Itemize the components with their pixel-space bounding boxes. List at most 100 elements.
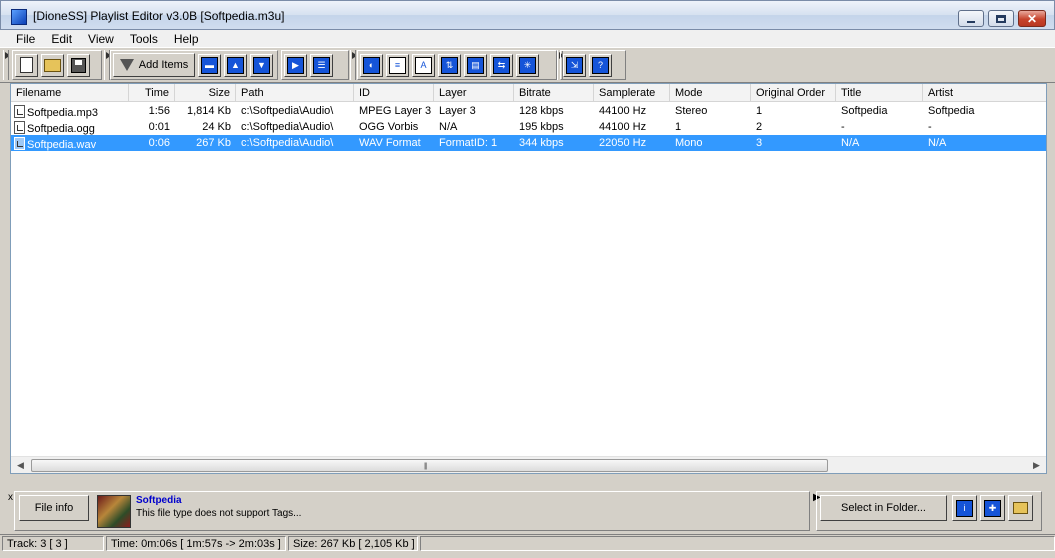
menu-view[interactable]: View	[80, 32, 122, 46]
play-icon: ▶	[287, 56, 304, 74]
items-toolbar-group: Add Items ▬ ▲ ▼	[110, 50, 278, 80]
toolbar-grip[interactable]	[3, 50, 9, 80]
split-icon: ⇆	[493, 56, 510, 74]
tool-button-7[interactable]: ✳	[516, 53, 539, 77]
open-folder-button[interactable]	[1008, 495, 1033, 521]
save-button[interactable]	[67, 53, 90, 77]
info-button[interactable]: i	[952, 495, 977, 521]
move-up-button[interactable]: ▲	[224, 53, 247, 77]
filename-cell: Softpedia.mp3	[11, 103, 129, 119]
column-header-layer[interactable]: Layer	[434, 84, 514, 102]
info-title: Softpedia	[136, 495, 182, 506]
column-header-original-order[interactable]: Original Order	[751, 84, 836, 102]
info-icon: i	[956, 499, 973, 517]
size-cell: 1,814 Kb	[186, 105, 231, 117]
tool-button-4[interactable]: ⇅	[438, 53, 461, 77]
column-header-size[interactable]: Size	[175, 84, 236, 102]
samplerate-cell: 44100 Hz	[599, 121, 647, 133]
size-cell: 24 Kb	[202, 121, 231, 133]
path-cell: c:\Softpedia\Audio\	[241, 121, 334, 133]
export-toolbar-group: ⇲ ?	[560, 50, 626, 80]
play-button[interactable]: ▶	[284, 53, 307, 77]
file-info-button[interactable]: File info	[19, 495, 89, 521]
column-header-filename[interactable]: Filename	[11, 84, 129, 102]
menu-bar: File Edit View Tools Help	[0, 30, 1055, 47]
scrollbar-thumb[interactable]: |||	[31, 459, 828, 472]
path-cell: c:\Softpedia\Audio\	[241, 105, 334, 117]
status-empty	[420, 536, 1055, 551]
window-title: [DioneSS] Playlist Editor v3.0B [Softped…	[33, 9, 285, 23]
open-button[interactable]	[41, 53, 64, 77]
playlist-button[interactable]: ☰	[310, 53, 333, 77]
table-row[interactable]: Softpedia.ogg 0:01 24 Kb c:\Softpedia\Au…	[11, 119, 1046, 135]
scroll-left-arrow-icon[interactable]: ◀	[13, 460, 28, 471]
bitrate-cell: 195 kbps	[519, 121, 564, 133]
table-row-selected[interactable]: Softpedia.wav 0:06 267 Kb c:\Softpedia\A…	[11, 135, 1046, 151]
export-icon: ⇲	[566, 56, 583, 74]
options-button[interactable]: ?	[589, 53, 612, 77]
select-in-folder-button[interactable]: Select in Folder...	[820, 495, 947, 521]
tool-button-1[interactable]: ◐	[360, 53, 383, 77]
minimize-button[interactable]	[958, 10, 984, 27]
filename-text: Softpedia.wav	[27, 139, 97, 151]
new-button[interactable]	[15, 53, 38, 77]
menu-help[interactable]: Help	[166, 32, 207, 46]
filename-cell: Softpedia.ogg	[11, 119, 129, 135]
panel-close-icon[interactable]: x	[8, 492, 13, 503]
toolbar: Add Items ▬ ▲ ▼ ▶ ☰ ◐ ≡ A ⇅ ▤ ⇆ ✳ ⇲ ?	[0, 47, 1055, 83]
audio-file-icon	[14, 105, 25, 118]
column-header-mode[interactable]: Mode	[670, 84, 751, 102]
tool-button-5[interactable]: ▤	[464, 53, 487, 77]
tool-button-3[interactable]: A	[412, 53, 435, 77]
table-row[interactable]: Softpedia.mp3 1:56 1,814 Kb c:\Softpedia…	[11, 103, 1046, 119]
playlist-list[interactable]: Filename Time Size Path ID Layer Bitrate…	[10, 83, 1047, 474]
menu-tools[interactable]: Tools	[122, 32, 166, 46]
tool-button-2[interactable]: ≡	[386, 53, 409, 77]
status-size: Size: 267 Kb [ 2,105 Kb ]	[288, 536, 418, 551]
column-header-bitrate[interactable]: Bitrate	[514, 84, 594, 102]
status-time: Time: 0m:06s [ 1m:57s -> 2m:03s ]	[106, 536, 286, 551]
close-button[interactable]: ✕	[1018, 10, 1046, 27]
tool-button-6[interactable]: ⇆	[490, 53, 513, 77]
layer-cell: FormatID: 1	[439, 137, 498, 149]
file-toolbar-group	[12, 50, 102, 80]
sort-icon: ⇅	[441, 56, 458, 74]
audio-file-icon	[14, 121, 25, 134]
id-cell: WAV Format	[359, 137, 421, 149]
column-header-id[interactable]: ID	[354, 84, 434, 102]
maximize-button[interactable]	[988, 10, 1014, 27]
move-down-button[interactable]: ▼	[250, 53, 273, 77]
column-header-artist[interactable]: Artist	[923, 84, 1046, 102]
menu-edit[interactable]: Edit	[43, 32, 80, 46]
column-header-samplerate[interactable]: Samplerate	[594, 84, 670, 102]
scroll-right-arrow-icon[interactable]: ▶	[1029, 460, 1044, 471]
tools-toolbar-group: ◐ ≡ A ⇅ ▤ ⇆ ✳	[357, 50, 557, 80]
title-cell: Softpedia	[841, 105, 888, 117]
maximize-icon	[996, 14, 1006, 23]
toolbar-grip[interactable]	[350, 50, 356, 80]
filename-text: Softpedia.mp3	[27, 107, 98, 119]
bitrate-cell: 128 kbps	[519, 105, 564, 117]
filename-text: Softpedia.ogg	[27, 123, 95, 135]
menu-file[interactable]: File	[0, 32, 43, 46]
arrow-up-icon: ▲	[227, 56, 244, 74]
mode-cell: Mono	[675, 137, 703, 149]
add-items-button[interactable]: Add Items	[113, 53, 195, 77]
list-icon: ≡	[389, 56, 406, 74]
minimize-icon	[967, 20, 975, 23]
playlist-icon: ☰	[313, 56, 330, 74]
original-order-cell: 2	[756, 121, 763, 133]
column-header-title[interactable]: Title	[836, 84, 923, 102]
artist-cell: N/A	[928, 137, 947, 149]
remove-item-button[interactable]: ▬	[198, 53, 221, 77]
column-header-time[interactable]: Time	[129, 84, 175, 102]
properties-button[interactable]: ✚	[980, 495, 1005, 521]
options-icon: ?	[592, 56, 609, 74]
list-header: Filename Time Size Path ID Layer Bitrate…	[11, 84, 1046, 102]
mode-cell: 1	[675, 121, 682, 133]
export-button[interactable]: ⇲	[563, 53, 586, 77]
id-cell: MPEG Layer 3	[359, 105, 432, 117]
original-order-cell: 1	[756, 105, 763, 117]
horizontal-scrollbar[interactable]: ◀ ||| ▶	[11, 456, 1046, 473]
column-header-path[interactable]: Path	[236, 84, 354, 102]
